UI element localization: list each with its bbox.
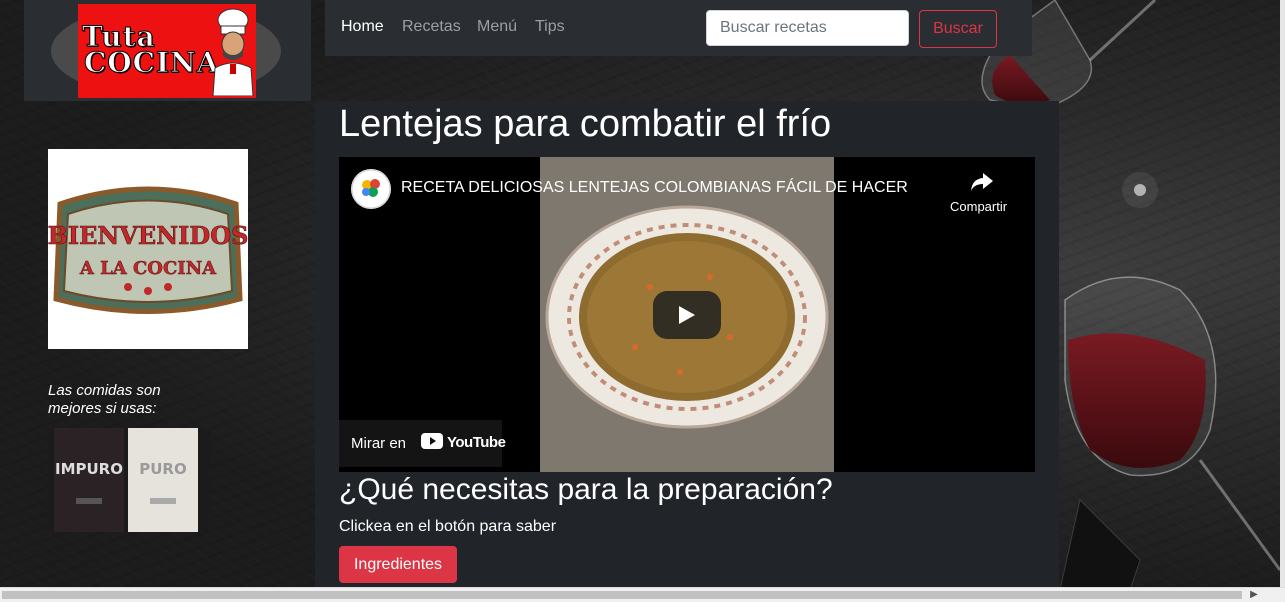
play-button[interactable] [653, 291, 721, 339]
page-title: Lentejas para combatir el frío [339, 103, 832, 145]
ingredients-button[interactable]: Ingredientes [339, 546, 457, 583]
scroll-right-arrow-icon[interactable]: ▶ [1247, 588, 1261, 602]
channel-avatar[interactable] [351, 169, 391, 209]
section-subtitle: Clickea en el botón para saber [339, 518, 557, 535]
chef-illustration [212, 8, 254, 96]
wine-bottles-graphic: IMPURO PURO [48, 428, 210, 532]
nav-menu[interactable]: Menú [477, 18, 517, 36]
vertical-scrollbar[interactable] [1280, 0, 1285, 587]
watch-on-youtube[interactable]: Mirar en YouTube [339, 420, 506, 467]
logo-area[interactable]: Tuta COCINA [24, 0, 311, 101]
nav-home[interactable]: Home [341, 18, 384, 36]
sidebar-promo-text: Las comidas son mejores si usas: [48, 382, 161, 417]
welcome-line2: A LA COCINA [79, 258, 217, 279]
section-title: ¿Qué necesitas para la preparación? [339, 473, 833, 506]
youtube-logo-icon [421, 433, 443, 449]
wine-bottles-image: IMPURO PURO [48, 428, 210, 532]
search-button[interactable]: Buscar [919, 10, 997, 48]
video-embed[interactable]: RECETA DELICIOSAS LENTEJAS COLOMBIANAS F… [339, 157, 1035, 472]
wine-label-puro: PURO [139, 460, 186, 478]
search-input[interactable] [706, 10, 909, 46]
share-label[interactable]: Compartir [950, 199, 1007, 214]
welcome-sign-graphic: BIENVENIDOS A LA COCINA [47, 186, 249, 314]
share-icon[interactable] [969, 171, 995, 193]
main-content: Lentejas para combatir el frío RECETA DE… [315, 101, 1059, 601]
horizontal-scrollbar[interactable]: ▶ [0, 587, 1285, 602]
video-title[interactable]: RECETA DELICIOSAS LENTEJAS COLOMBIANAS F… [401, 179, 908, 197]
play-icon [679, 306, 695, 324]
nav-tips[interactable]: Tips [535, 18, 565, 36]
welcome-line1: BIENVENIDOS [48, 221, 248, 250]
welcome-sign-image: BIENVENIDOS A LA COCINA [47, 149, 249, 349]
watch-on-label: Mirar en [351, 435, 407, 452]
channel-avatar-graphic [351, 169, 391, 209]
nav-recetas[interactable]: Recetas [402, 18, 461, 36]
logo-text-cocina: COCINA [83, 46, 220, 80]
youtube-wordmark: YouTube [447, 434, 506, 451]
wine-label-impuro: IMPURO [55, 460, 123, 478]
horizontal-scrollbar-thumb[interactable] [2, 591, 1242, 599]
navbar: Home Recetas Menú Tips Buscar [325, 0, 1032, 56]
